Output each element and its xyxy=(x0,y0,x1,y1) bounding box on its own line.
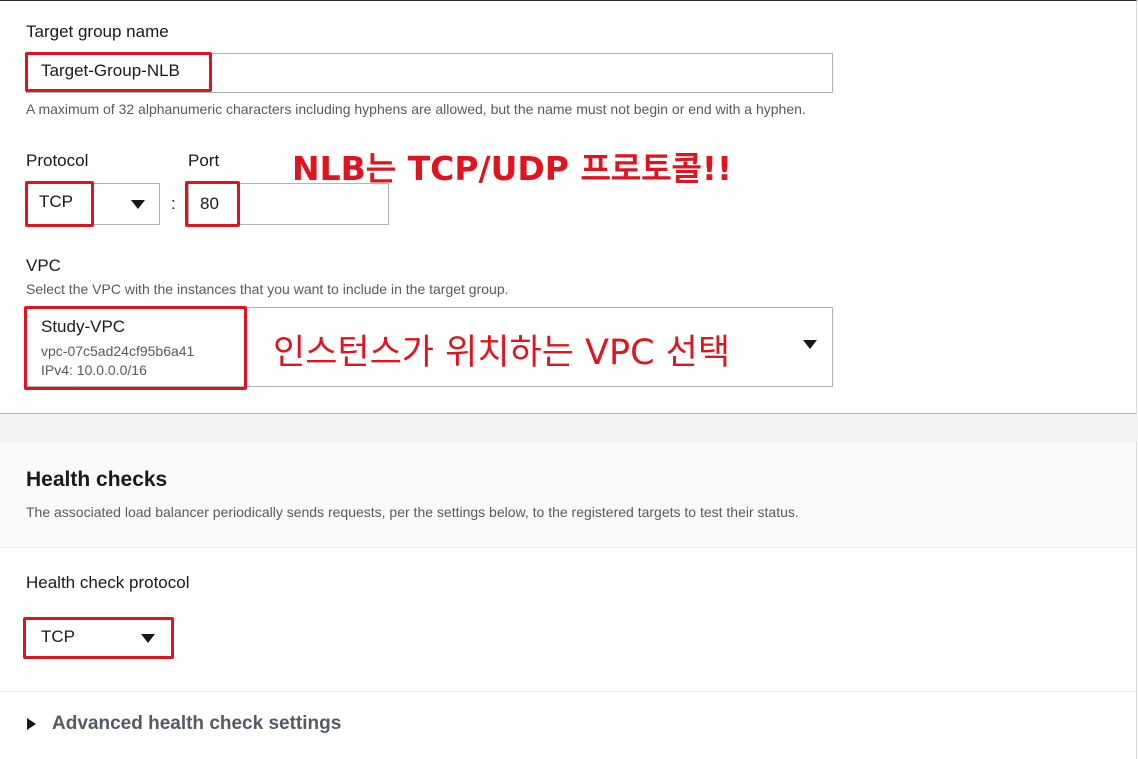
target-group-config-panel: Target group name Target-Group-NLB A max… xyxy=(0,0,1137,414)
vpc-name: Study-VPC xyxy=(41,317,126,336)
protocol-select[interactable]: TCP xyxy=(26,183,160,225)
vpc-cidr: IPv4: 10.0.0.0/16 xyxy=(41,362,147,378)
chevron-down-icon xyxy=(803,340,817,349)
caret-right-icon xyxy=(27,718,36,730)
target-group-name-input[interactable]: Target-Group-NLB xyxy=(26,53,833,93)
vpc-hint: Select the VPC with the instances that y… xyxy=(26,281,509,297)
protocol-label: Protocol xyxy=(26,151,89,170)
vpc-label: VPC xyxy=(26,256,61,275)
port-input-value: 80 xyxy=(200,194,219,213)
health-check-protocol-select[interactable]: TCP xyxy=(26,619,171,657)
health-checks-panel: Health checks The associated load balanc… xyxy=(0,442,1137,759)
target-group-name-hint: A maximum of 32 alphanumeric characters … xyxy=(26,101,806,117)
target-group-name-label: Target group name xyxy=(26,22,169,41)
advanced-health-check-toggle[interactable]: Advanced health check settings xyxy=(26,711,366,737)
advanced-health-check-label: Advanced health check settings xyxy=(52,713,342,734)
protocol-port-separator: : xyxy=(171,194,176,213)
protocol-select-value: TCP xyxy=(39,192,73,211)
port-label: Port xyxy=(188,151,220,170)
vpc-annotation: 인스턴스가 위치하는 VPC 선택 xyxy=(273,324,733,375)
health-check-protocol-value: TCP xyxy=(41,627,75,646)
advanced-settings-divider xyxy=(0,691,1136,692)
chevron-down-icon xyxy=(131,200,145,209)
section-divider xyxy=(0,414,1138,442)
health-check-protocol-label: Health check protocol xyxy=(26,573,190,592)
vpc-id: vpc-07c5ad24cf95b6a41 xyxy=(41,343,195,359)
health-checks-description: The associated load balancer periodicall… xyxy=(26,504,799,520)
target-group-name-value: Target-Group-NLB xyxy=(41,61,180,80)
health-checks-title: Health checks xyxy=(26,468,168,491)
port-input[interactable]: 80 xyxy=(188,183,389,225)
health-checks-header: Health checks The associated load balanc… xyxy=(0,442,1136,548)
chevron-down-icon xyxy=(141,634,155,643)
